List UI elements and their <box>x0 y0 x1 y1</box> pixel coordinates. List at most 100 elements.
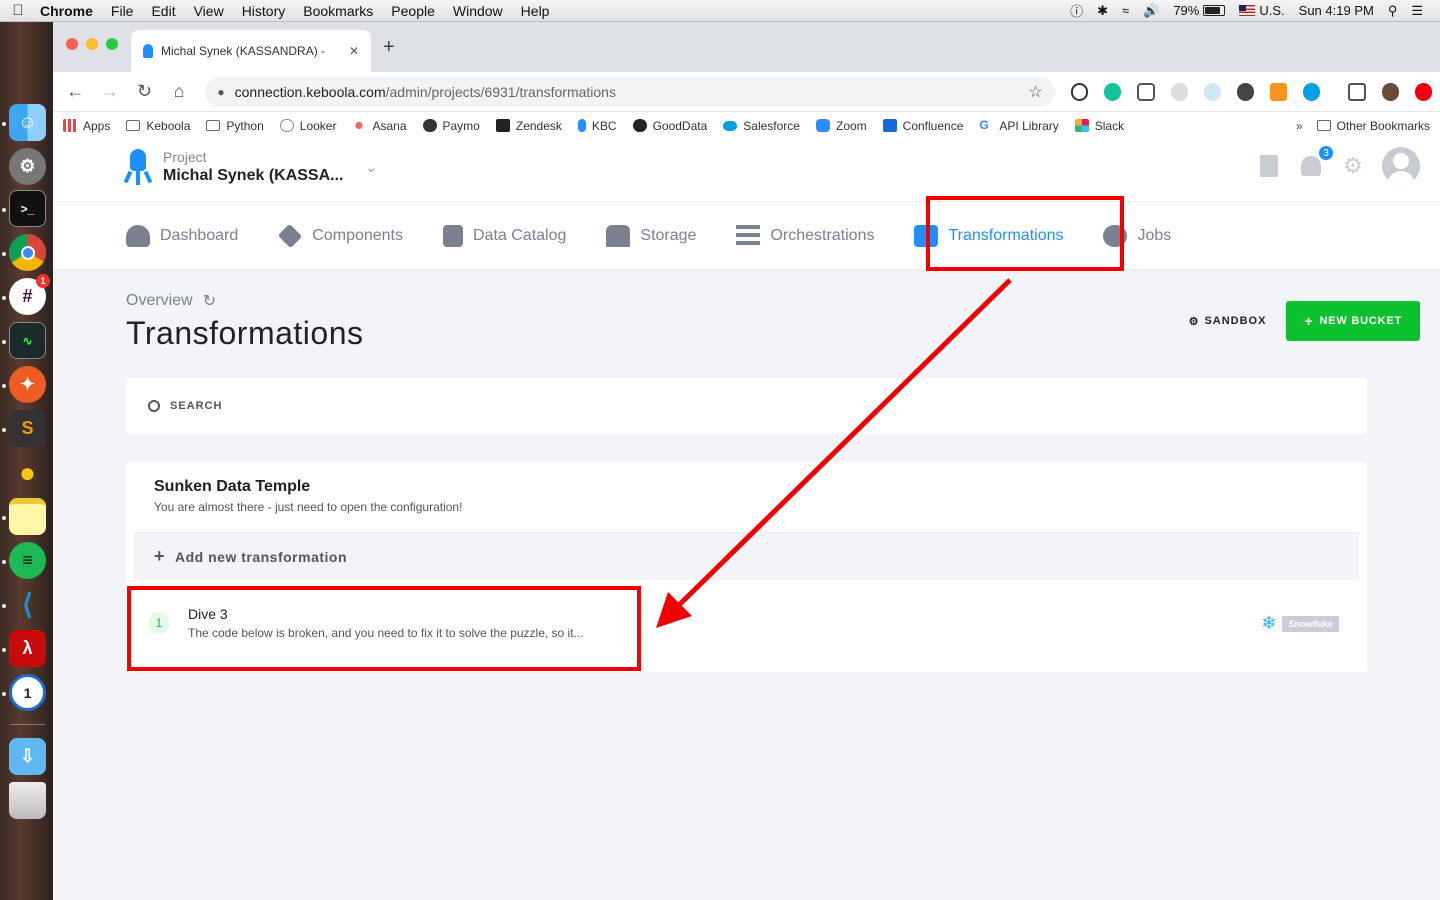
add-transformation-button[interactable]: + Add new transformation <box>134 532 1359 580</box>
refresh-icon[interactable]: ↻ <box>203 291 216 311</box>
menu-help[interactable]: Help <box>512 3 559 19</box>
vscode-icon[interactable]: ⟨ <box>9 586 46 623</box>
book-icon <box>443 224 463 247</box>
bookmark-python[interactable]: Python <box>206 118 264 133</box>
bookmark-confluence[interactable]: Confluence <box>882 119 963 133</box>
bookmark-keboola[interactable]: Keboola <box>126 119 190 133</box>
slack-icon[interactable]: # 1 <box>9 274 50 315</box>
google-icon: G <box>979 118 989 132</box>
grammarly-extension-icon[interactable] <box>1104 82 1122 101</box>
bookmark-zoom[interactable]: Zoom <box>815 119 867 133</box>
nav-data-catalog[interactable]: Data Catalog <box>443 224 566 247</box>
home-button[interactable]: ⌂ <box>165 77 194 107</box>
spotlight-icon[interactable]: ⚲ <box>1381 3 1405 19</box>
bell-icon[interactable]: 3 <box>1298 145 1334 179</box>
new-tab-button[interactable]: + <box>383 36 395 59</box>
zoom-window-button[interactable] <box>106 38 118 50</box>
sublime-text-icon[interactable]: S <box>9 410 46 447</box>
input-source[interactable]: U.S. <box>1232 3 1291 18</box>
search-bar[interactable]: SEARCH <box>126 378 1367 434</box>
nav-storage[interactable]: Storage <box>606 224 696 247</box>
chevron-down-icon[interactable]: ⌄ <box>366 159 378 176</box>
close-window-button[interactable] <box>66 38 78 50</box>
reload-button[interactable]: ↻ <box>130 77 159 107</box>
clock[interactable]: Sun 4:19 PM <box>1292 3 1381 18</box>
cast-icon[interactable] <box>1348 82 1366 101</box>
chrome-icon[interactable] <box>9 234 46 271</box>
menu-window[interactable]: Window <box>444 3 512 19</box>
cyberduck-icon[interactable]: ● <box>9 454 46 491</box>
forward-button[interactable]: → <box>96 77 125 107</box>
sandbox-button[interactable]: ⚙ SANDBOX <box>1189 315 1267 328</box>
menu-view[interactable]: View <box>185 3 233 19</box>
salesforce-extension-icon[interactable] <box>1303 82 1321 101</box>
wifi-icon[interactable]: ≈ <box>1115 3 1136 18</box>
1password-menu-icon[interactable]: ⓘ <box>1063 1 1090 20</box>
bookmark-looker[interactable]: Looker <box>279 119 336 133</box>
notes-icon[interactable] <box>9 498 46 535</box>
breadcrumb-overview[interactable]: Overview <box>126 292 193 310</box>
menu-people[interactable]: People <box>382 3 444 19</box>
acrobat-icon[interactable]: λ <box>9 630 46 667</box>
pocket-extension-icon[interactable] <box>1137 82 1155 101</box>
extension-icon[interactable] <box>1270 82 1288 101</box>
menu-bookmarks[interactable]: Bookmarks <box>294 3 382 19</box>
nav-components[interactable]: Components <box>278 223 403 248</box>
new-bucket-button[interactable]: + NEW BUCKET <box>1286 301 1420 341</box>
trash-icon[interactable] <box>1256 153 1282 179</box>
extension-icon[interactable] <box>1236 82 1255 101</box>
bookmark-star-icon[interactable]: ☆ <box>1028 82 1042 102</box>
nav-dashboard[interactable]: Dashboard <box>126 224 239 247</box>
other-bookmarks[interactable]: Other Bookmarks <box>1316 119 1430 133</box>
bookmark-paymo[interactable]: Paymo <box>422 119 480 133</box>
menu-app-name[interactable]: Chrome <box>36 3 102 19</box>
browser-tab[interactable]: Michal Synek (KASSANDRA) - ✕ <box>131 30 371 72</box>
1password-extension-icon[interactable] <box>1070 82 1089 101</box>
more-bookmarks-chevron[interactable]: » <box>1296 119 1303 133</box>
bluetooth-icon[interactable]: ✱ <box>1090 3 1115 19</box>
slack-small-icon <box>1074 119 1089 132</box>
back-button[interactable]: ← <box>61 77 90 107</box>
battery-status[interactable]: 79% <box>1166 3 1232 18</box>
postman-icon[interactable]: ✦ <box>9 366 46 403</box>
extension-icon[interactable] <box>1170 82 1188 101</box>
bookmark-apps[interactable]: Apps <box>63 119 110 133</box>
address-bar[interactable]: ● connection.keboola.com/admin/projects/… <box>205 76 1055 107</box>
volume-icon[interactable]: 🔊 <box>1136 3 1166 19</box>
activity-monitor-icon[interactable]: ∿ <box>9 322 46 359</box>
update-icon[interactable] <box>1414 82 1433 101</box>
nav-orchestrations[interactable]: Orchestrations <box>736 224 874 247</box>
spotify-icon[interactable]: ≡ <box>9 542 46 579</box>
bookmark-label: Slack <box>1094 118 1125 133</box>
1password-icon[interactable]: 1 <box>9 674 46 711</box>
nav-label: Dashboard <box>160 226 239 244</box>
menu-edit[interactable]: Edit <box>142 3 184 19</box>
bookmark-salesforce[interactable]: Salesforce <box>723 119 800 133</box>
system-preferences-icon[interactable]: ⚙ <box>9 148 46 185</box>
notification-center-icon[interactable]: ☰ <box>1404 3 1430 19</box>
profile-avatar[interactable] <box>1381 82 1399 101</box>
minimize-window-button[interactable] <box>86 38 98 50</box>
bookmark-api-library[interactable]: G API Library <box>979 119 1058 133</box>
search-input[interactable]: SEARCH <box>170 400 222 412</box>
project-switcher[interactable]: Project Michal Synek (KASSA... <box>163 149 344 185</box>
bookmark-asana[interactable]: Asana <box>352 119 407 133</box>
apple-menu-icon[interactable]:  <box>0 2 36 19</box>
bookmark-zendesk[interactable]: Zendesk <box>495 119 562 133</box>
finder-icon[interactable]: ☺ <box>9 104 46 141</box>
menu-file[interactable]: File <box>102 3 143 19</box>
terminal-icon[interactable]: >_ <box>9 190 46 227</box>
user-avatar[interactable] <box>1382 147 1420 185</box>
downloads-icon[interactable]: ⇩ <box>9 738 46 775</box>
close-tab-icon[interactable]: ✕ <box>349 44 359 58</box>
snowflake-extension-icon[interactable] <box>1203 82 1221 101</box>
trash-icon[interactable] <box>9 782 46 819</box>
menu-history[interactable]: History <box>233 3 295 19</box>
gear-icon[interactable]: ⚙ <box>1340 153 1366 179</box>
bookmark-slack[interactable]: Slack <box>1074 118 1125 133</box>
bookmark-gooddata[interactable]: GoodData <box>632 119 707 133</box>
bucket-header[interactable]: Sunken Data Temple You are almost there … <box>126 462 1367 526</box>
bookmark-kbc[interactable]: KBC <box>577 119 617 133</box>
bookmark-label: Python <box>226 118 264 133</box>
keboola-logo-icon[interactable] <box>123 149 153 185</box>
